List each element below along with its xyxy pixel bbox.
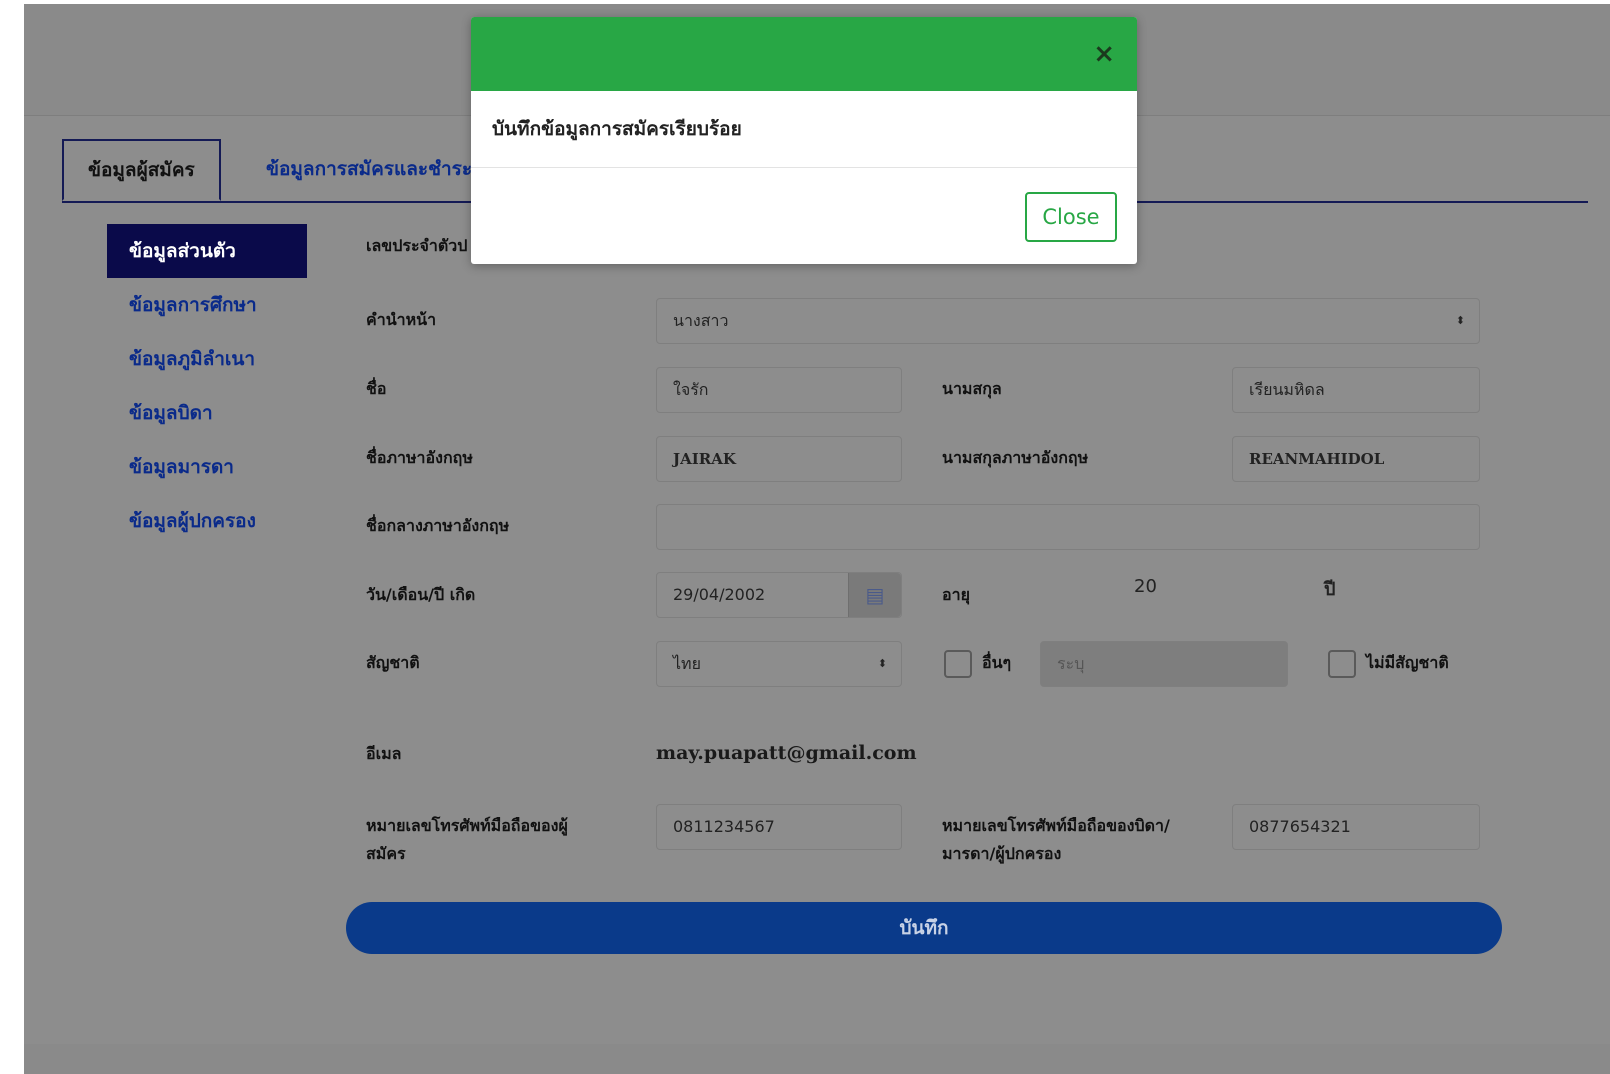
phone-input[interactable]: 0811234567 (656, 804, 902, 850)
select-arrows-icon: ⬍ (877, 657, 887, 670)
tab-applicant-info[interactable]: ข้อมูลผู้สมัคร (62, 139, 221, 201)
sidebar-item-mother[interactable]: ข้อมูลมารดา (107, 440, 307, 494)
sidebar-item-education[interactable]: ข้อมูลการศึกษา (107, 278, 307, 332)
firstname-label: ชื่อ (366, 379, 387, 398)
lastname-input[interactable]: เรียนมหิดล (1232, 367, 1480, 413)
title-label: คำนำหน้า (366, 310, 437, 329)
middlename-en-input[interactable] (656, 504, 1480, 550)
id-number-label: เลขประจำตัวป (366, 236, 468, 255)
no-nationality-label: ไม่มีสัญชาติ (1366, 653, 1449, 672)
no-nationality-checkbox[interactable] (1328, 650, 1356, 678)
select-arrows-icon: ⬍ (1455, 314, 1465, 327)
other-nationality-input[interactable]: ระบุ (1040, 641, 1288, 687)
title-select-value: นางสาว (673, 311, 729, 330)
close-button[interactable]: Close (1025, 192, 1117, 242)
modal-message: บันทึกข้อมูลการสมัครเรียบร้อย (471, 91, 1137, 168)
firstname-en-label: ชื่อภาษาอังกฤษ (366, 448, 473, 467)
sidebar-item-personal[interactable]: ข้อมูลส่วนตัว (107, 224, 307, 278)
lastname-en-label: นามสกุลภาษาอังกฤษ (942, 448, 1089, 467)
middlename-en-label: ชื่อกลางภาษาอังกฤษ (366, 516, 510, 535)
age-value: 20 (1134, 576, 1157, 597)
sidebar-item-father[interactable]: ข้อมูลบิดา (107, 386, 307, 440)
nationality-select[interactable]: ไทย ⬍ (656, 641, 902, 687)
age-label: อายุ (942, 585, 970, 604)
email-value: may.puapatt@gmail.com (656, 742, 917, 764)
calendar-icon[interactable]: ▤ (848, 573, 901, 617)
modal-header: × (471, 17, 1137, 91)
lastname-en-input[interactable]: REANMAHIDOL (1232, 436, 1480, 482)
sidebar-item-guardian[interactable]: ข้อมูลผู้ปกครอง (107, 494, 307, 548)
other-nationality-label: อื่นๆ (982, 653, 1012, 672)
close-icon[interactable]: × (1093, 39, 1115, 69)
firstname-input[interactable]: ใจรัก (656, 367, 902, 413)
save-button[interactable]: บันทึก (346, 902, 1502, 954)
lastname-label: นามสกุล (942, 379, 1002, 398)
dob-input[interactable]: 29/04/2002 ▤ (656, 572, 902, 618)
phone-label: หมายเลขโทรศัพท์มือถือของผู้สมัคร (366, 816, 568, 863)
age-unit: ปี (1324, 579, 1336, 600)
nationality-select-value: ไทย (673, 654, 701, 673)
page-footer-band (24, 1044, 1610, 1074)
nationality-label: สัญชาติ (366, 653, 420, 672)
other-nationality-checkbox[interactable] (944, 650, 972, 678)
parent-phone-input[interactable]: 0877654321 (1232, 804, 1480, 850)
dob-label: วัน/เดือน/ปี เกิด (366, 585, 476, 604)
title-select[interactable]: นางสาว ⬍ (656, 298, 1480, 344)
modal-footer: Close (471, 168, 1137, 264)
email-label: อีเมล (366, 744, 402, 763)
success-modal: × บันทึกข้อมูลการสมัครเรียบร้อย Close (471, 17, 1137, 264)
sidebar-nav: ข้อมูลส่วนตัว ข้อมูลการศึกษา ข้อมูลภูมิล… (107, 224, 307, 548)
dob-value: 29/04/2002 (673, 585, 766, 604)
parent-phone-label: หมายเลขโทรศัพท์มือถือของบิดา/มารดา/ผู้ปก… (942, 816, 1170, 863)
firstname-en-input[interactable]: JAIRAK (656, 436, 902, 482)
sidebar-item-domicile[interactable]: ข้อมูลภูมิลำเนา (107, 332, 307, 386)
